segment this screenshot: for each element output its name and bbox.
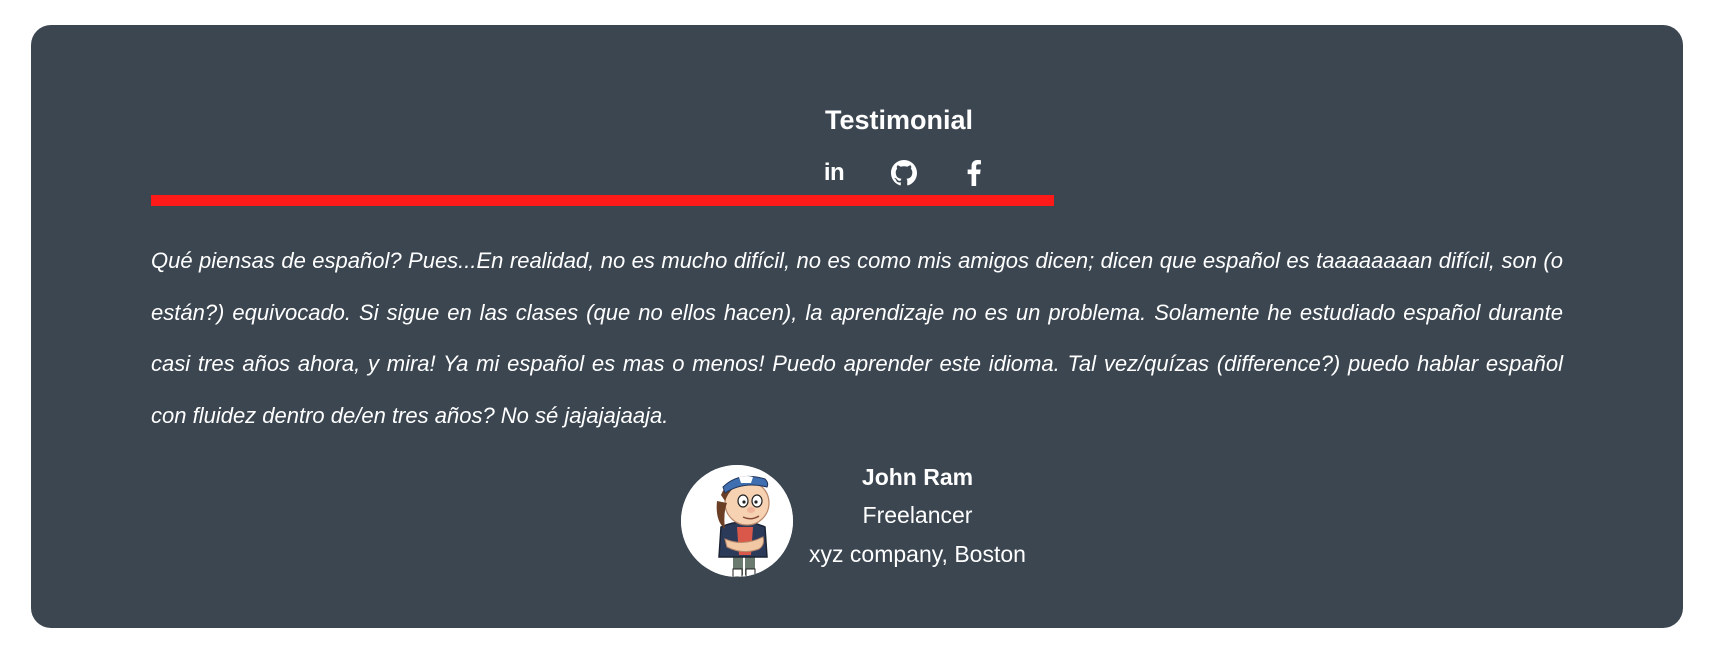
author-avatar (681, 465, 793, 577)
accent-bar (151, 195, 1054, 206)
testimonial-quote: Qué piensas de español? Pues...En realid… (151, 248, 1563, 428)
github-icon (891, 160, 917, 186)
author-info: John Ram Freelancer xyz company, Boston (805, 458, 1030, 574)
linkedin-link[interactable]: in (821, 160, 847, 186)
facebook-link[interactable] (961, 160, 987, 186)
social-links: in (821, 160, 987, 186)
author-name: John Ram (861, 464, 974, 490)
linkedin-icon: in (823, 159, 845, 186)
testimonial-title: Testimonial (824, 105, 974, 135)
github-link[interactable] (891, 160, 917, 186)
cartoon-boy-avatar (681, 465, 793, 577)
author-block: John Ram Freelancer xyz company, Boston (681, 464, 1030, 577)
author-company: xyz company, Boston (809, 541, 1026, 567)
testimonial-card: Testimonial in Qué piensas de español? P… (31, 25, 1683, 628)
author-role: Freelancer (862, 502, 973, 528)
facebook-icon (967, 160, 981, 186)
